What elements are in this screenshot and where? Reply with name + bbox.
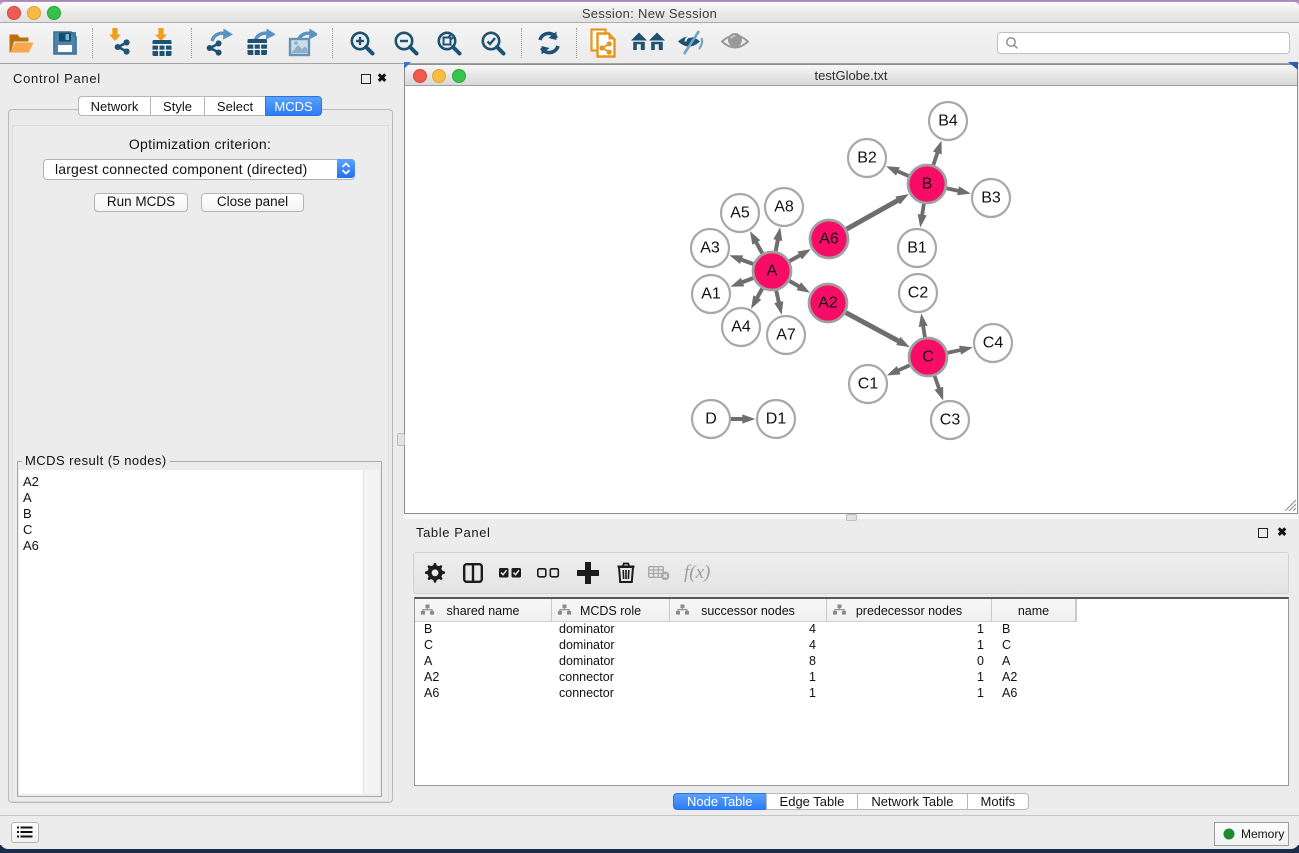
- svg-text:C2: C2: [908, 285, 929, 302]
- svg-text:C4: C4: [983, 335, 1004, 352]
- svg-text:B: B: [922, 176, 933, 193]
- svg-text:B2: B2: [857, 150, 877, 167]
- svg-text:B3: B3: [981, 190, 1001, 207]
- svg-text:D1: D1: [766, 411, 787, 428]
- svg-text:A5: A5: [730, 205, 750, 222]
- svg-text:B4: B4: [938, 113, 958, 130]
- svg-text:C: C: [922, 349, 934, 366]
- svg-text:A8: A8: [774, 199, 794, 216]
- svg-text:C3: C3: [940, 412, 961, 429]
- svg-text:A3: A3: [700, 240, 720, 257]
- svg-text:A2: A2: [818, 295, 838, 312]
- svg-text:A7: A7: [776, 327, 796, 344]
- svg-text:A6: A6: [819, 231, 839, 248]
- svg-text:C1: C1: [858, 376, 879, 393]
- svg-text:A: A: [767, 263, 778, 280]
- svg-text:B1: B1: [907, 240, 927, 257]
- svg-text:A1: A1: [701, 286, 721, 303]
- svg-text:A4: A4: [731, 319, 751, 336]
- svg-text:f(x): f(x): [684, 562, 710, 583]
- svg-text:D: D: [705, 411, 717, 428]
